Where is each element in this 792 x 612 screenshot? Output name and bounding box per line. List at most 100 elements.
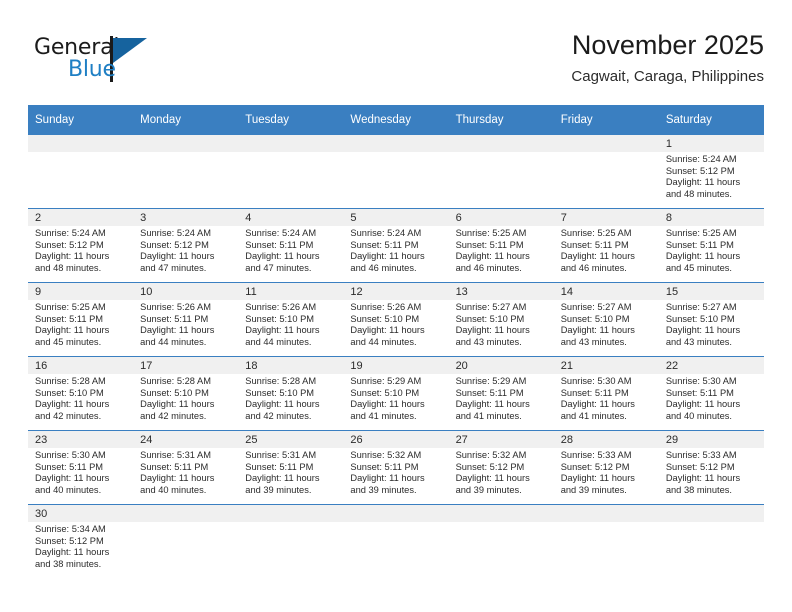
calendar-cell-empty [553,135,659,209]
calendar-week-row: 30 Sunrise: 5:34 AM Sunset: 5:12 PM Dayligh… [28,504,764,578]
day-detail-sunset: Sunset: 5:10 PM [560,313,630,324]
day-detail-daylight2: and 40 minutes. [665,410,732,421]
weekday-header-thursday: Thursday [448,105,554,135]
day-details: Sunrise: 5:24 AM Sunset: 5:12 PM Daylight:… [659,152,764,200]
day-detail-daylight2: and 47 minutes. [140,262,207,273]
calendar-cell-inner: 11 Sunrise: 5:26 AM Sunset: 5:10 PM Dayligh… [238,283,344,356]
calendar-cell-empty [28,135,134,209]
calendar-day-cell[interactable]: 24 Sunrise: 5:31 AM Sunset: 5:11 PM Dayligh… [133,430,239,505]
day-details: Sunrise: 5:26 AM Sunset: 5:11 PM Daylight:… [133,300,238,348]
calendar-day-cell[interactable]: 10 Sunrise: 5:26 AM Sunset: 5:11 PM Dayligh… [133,282,239,357]
day-detail-daylight2: and 41 minutes. [560,410,627,421]
day-detail-sunset: Sunset: 5:11 PM [455,387,524,398]
calendar-day-cell[interactable]: 27 Sunrise: 5:32 AM Sunset: 5:12 PM Dayligh… [448,430,554,505]
calendar-week-row: 2 Sunrise: 5:24 AM Sunset: 5:12 PM Daylight… [28,208,764,283]
day-detail-daylight1: Daylight: 11 hours [665,325,741,336]
day-details: Sunrise: 5:28 AM Sunset: 5:10 PM Daylight:… [238,374,343,422]
calendar-cell-inner: 19 Sunrise: 5:29 AM Sunset: 5:10 PM Dayligh… [343,357,449,430]
calendar-day-cell[interactable]: 11 Sunrise: 5:26 AM Sunset: 5:10 PM Dayligh… [238,282,344,357]
day-detail-daylight2: and 42 minutes. [245,410,312,421]
calendar-cell-inner [553,505,659,578]
weekday-header-monday: Monday [133,105,239,135]
day-detail-sunrise: Sunrise: 5:28 AM [245,376,317,386]
day-detail-sunset: Sunset: 5:12 PM [140,239,209,250]
calendar-cell-inner: 8 Sunrise: 5:25 AM Sunset: 5:11 PM Daylight… [658,209,764,282]
day-detail-sunrise: Sunrise: 5:27 AM [560,302,632,312]
day-detail-daylight1: Daylight: 11 hours [245,325,320,336]
day-details: Sunrise: 5:25 AM Sunset: 5:11 PM Daylight:… [28,300,133,348]
calendar-day-cell[interactable]: 21 Sunrise: 5:30 AM Sunset: 5:11 PM Dayligh… [553,356,659,431]
calendar-day-cell[interactable]: 9 Sunrise: 5:25 AM Sunset: 5:11 PM Daylight… [28,282,134,357]
calendar-day-cell[interactable]: 29 Sunrise: 5:33 AM Sunset: 5:12 PM Dayligh… [658,430,764,505]
calendar-day-cell[interactable]: 4 Sunrise: 5:24 AM Sunset: 5:11 PM Daylight… [238,208,344,283]
day-detail-sunrise: Sunrise: 5:24 AM [140,228,211,238]
day-details: Sunrise: 5:31 AM Sunset: 5:11 PM Daylight:… [238,448,343,496]
calendar-cell-inner [448,505,554,578]
calendar-day-cell[interactable]: 8 Sunrise: 5:25 AM Sunset: 5:11 PM Daylight… [658,208,764,283]
day-detail-sunset: Sunset: 5:11 PM [665,239,734,250]
calendar-day-cell[interactable]: 14 Sunrise: 5:27 AM Sunset: 5:10 PM Dayligh… [553,282,659,357]
calendar-cell-inner [133,135,239,208]
calendar-cell-inner [658,505,764,578]
day-number [448,505,554,522]
calendar-cell-empty [658,504,764,578]
calendar-day-cell[interactable]: 12 Sunrise: 5:26 AM Sunset: 5:10 PM Dayligh… [343,282,449,357]
calendar-day-cell[interactable]: 25 Sunrise: 5:31 AM Sunset: 5:11 PM Dayligh… [238,430,344,505]
calendar-day-cell[interactable]: 15 Sunrise: 5:27 AM Sunset: 5:10 PM Dayligh… [658,282,764,357]
calendar-day-cell[interactable]: 2 Sunrise: 5:24 AM Sunset: 5:12 PM Daylight… [28,208,134,283]
day-number [553,135,659,152]
calendar-day-cell[interactable]: 3 Sunrise: 5:24 AM Sunset: 5:12 PM Daylight… [133,208,239,283]
day-detail-sunset: Sunset: 5:10 PM [245,313,315,324]
day-number: 5 [343,209,449,226]
day-number: 27 [448,431,554,448]
calendar-day-cell[interactable]: 18 Sunrise: 5:28 AM Sunset: 5:10 PM Dayligh… [238,356,344,431]
calendar-day-cell[interactable]: 1 Sunrise: 5:24 AM Sunset: 5:12 PM Daylight… [658,135,764,209]
calendar-cell-inner: 12 Sunrise: 5:26 AM Sunset: 5:10 PM Dayligh… [343,283,449,356]
page-subtitle: Cagwait, Caraga, Philippines [571,68,764,85]
day-detail-daylight1: Daylight: 11 hours [455,325,530,336]
day-detail-sunrise: Sunrise: 5:28 AM [35,376,106,386]
calendar-day-cell[interactable]: 22 Sunrise: 5:30 AM Sunset: 5:11 PM Dayligh… [658,356,764,431]
day-number: 16 [28,357,134,374]
day-details: Sunrise: 5:30 AM Sunset: 5:11 PM Daylight:… [554,374,659,422]
calendar-cell-inner: 2 Sunrise: 5:24 AM Sunset: 5:12 PM Daylight… [28,209,134,282]
calendar-day-cell[interactable]: 13 Sunrise: 5:27 AM Sunset: 5:10 PM Dayligh… [448,282,554,357]
calendar-day-cell[interactable]: 23 Sunrise: 5:30 AM Sunset: 5:11 PM Dayligh… [28,430,134,505]
day-detail-sunrise: Sunrise: 5:24 AM [350,228,422,238]
day-number: 2 [28,209,134,226]
day-detail-daylight1: Daylight: 11 hours [35,251,110,262]
calendar-cell-empty [238,504,344,578]
day-number: 3 [133,209,239,226]
day-number: 9 [28,283,134,300]
day-detail-daylight1: Daylight: 11 hours [560,251,635,262]
calendar-cell-inner: 13 Sunrise: 5:27 AM Sunset: 5:10 PM Dayligh… [448,283,554,356]
general-blue-logo[interactable]: General Blue [34,35,194,93]
day-detail-daylight2: and 42 minutes. [140,410,207,421]
calendar-day-cell[interactable]: 5 Sunrise: 5:24 AM Sunset: 5:11 PM Daylight… [343,208,449,283]
calendar-day-cell[interactable]: 6 Sunrise: 5:25 AM Sunset: 5:11 PM Daylight… [448,208,554,283]
day-number: 20 [448,357,554,374]
calendar-cell-inner [343,505,449,578]
calendar-day-cell[interactable]: 7 Sunrise: 5:25 AM Sunset: 5:11 PM Daylight… [553,208,659,283]
calendar-cell-empty [133,135,239,209]
day-detail-sunrise: Sunrise: 5:24 AM [665,154,737,164]
day-detail-daylight1: Daylight: 11 hours [455,473,530,484]
day-detail-daylight2: and 39 minutes. [245,484,312,495]
day-number: 28 [553,431,659,448]
day-detail-sunrise: Sunrise: 5:33 AM [665,450,737,460]
calendar-day-cell[interactable]: 26 Sunrise: 5:32 AM Sunset: 5:11 PM Dayligh… [343,430,449,505]
calendar-day-cell[interactable]: 20 Sunrise: 5:29 AM Sunset: 5:11 PM Dayligh… [448,356,554,431]
calendar-day-cell[interactable]: 30 Sunrise: 5:34 AM Sunset: 5:12 PM Dayligh… [28,504,134,578]
day-number: 4 [238,209,344,226]
day-details: Sunrise: 5:27 AM Sunset: 5:10 PM Daylight:… [659,300,764,348]
calendar-day-cell[interactable]: 19 Sunrise: 5:29 AM Sunset: 5:10 PM Dayligh… [343,356,449,431]
calendar-day-cell[interactable]: 16 Sunrise: 5:28 AM Sunset: 5:10 PM Dayligh… [28,356,134,431]
calendar-cell-inner: 17 Sunrise: 5:28 AM Sunset: 5:10 PM Dayligh… [133,357,239,430]
calendar-day-cell[interactable]: 28 Sunrise: 5:33 AM Sunset: 5:12 PM Dayligh… [553,430,659,505]
day-detail-daylight1: Daylight: 11 hours [455,251,530,262]
calendar-cell-inner: 15 Sunrise: 5:27 AM Sunset: 5:10 PM Dayligh… [658,283,764,356]
calendar-day-cell[interactable]: 17 Sunrise: 5:28 AM Sunset: 5:10 PM Dayligh… [133,356,239,431]
day-detail-daylight2: and 40 minutes. [35,484,102,495]
day-detail-sunrise: Sunrise: 5:25 AM [455,228,527,238]
day-details: Sunrise: 5:28 AM Sunset: 5:10 PM Daylight:… [28,374,133,422]
